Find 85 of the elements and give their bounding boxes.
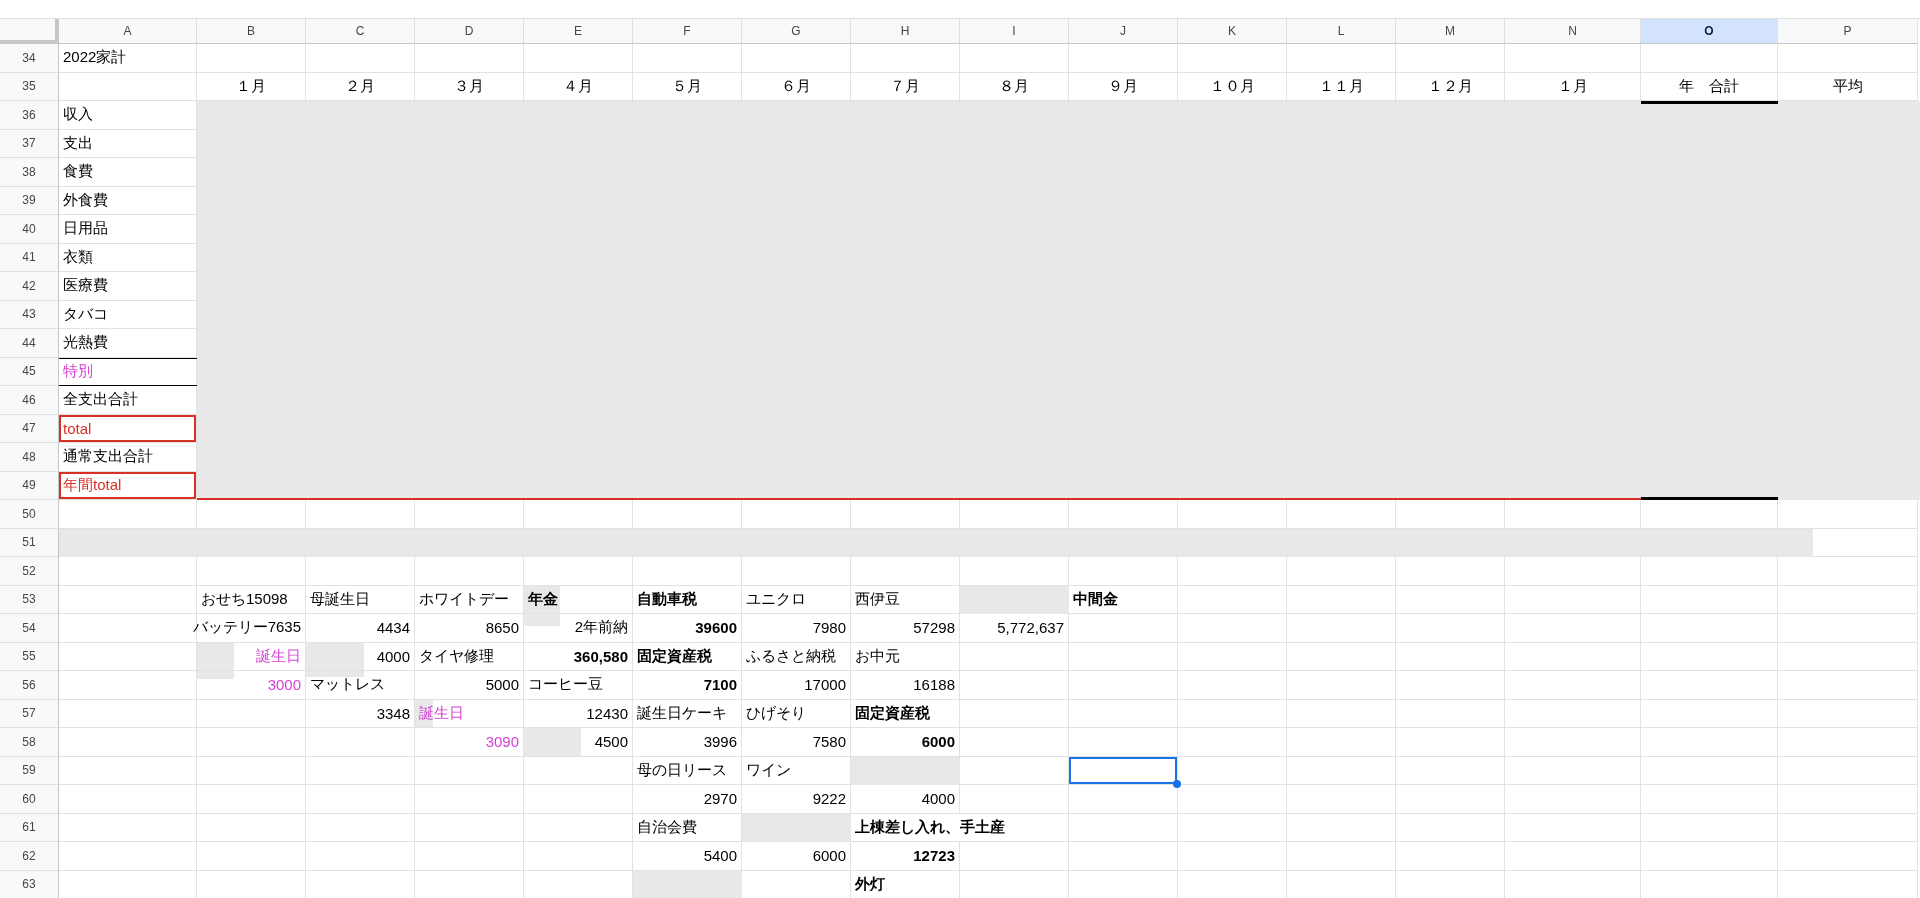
table-cell: 39600	[633, 614, 742, 643]
row-header[interactable]: 45	[0, 357, 59, 386]
row-header[interactable]: 53	[0, 585, 59, 614]
redacted-block	[524, 585, 560, 626]
row-header[interactable]: 39	[0, 186, 59, 215]
table-cell: おせち15098	[197, 585, 306, 614]
row-header[interactable]: 54	[0, 614, 59, 643]
table-cell: 8650	[415, 614, 524, 643]
row-header[interactable]: 44	[0, 329, 59, 358]
table-cell: ふるさと納税	[742, 642, 851, 671]
table-cell: total	[59, 414, 197, 443]
table-cell: お中元	[851, 642, 960, 671]
row-header[interactable]: 40	[0, 215, 59, 244]
table-cell: 6000	[851, 728, 960, 757]
row-header[interactable]: 60	[0, 785, 59, 814]
table-cell: 7580	[742, 728, 851, 757]
row-header[interactable]: 56	[0, 671, 59, 700]
table-cell: 360,580	[524, 642, 633, 671]
column-header[interactable]: E	[524, 19, 633, 44]
row-header[interactable]: 61	[0, 813, 59, 842]
row-header[interactable]: 35	[0, 72, 59, 101]
table-cell: 5400	[633, 842, 742, 871]
row-header[interactable]: 38	[0, 158, 59, 187]
table-cell: 母誕生日	[306, 585, 415, 614]
row-header[interactable]: 46	[0, 386, 59, 415]
table-cell: 9222	[742, 785, 851, 814]
column-header[interactable]: G	[742, 19, 851, 44]
table-cell: 4434	[306, 614, 415, 643]
table-cell: 2970	[633, 785, 742, 814]
row-header[interactable]: 55	[0, 642, 59, 671]
row-header[interactable]: 48	[0, 443, 59, 472]
row-header[interactable]: 36	[0, 101, 59, 130]
table-cell: 7100	[633, 671, 742, 700]
table-cell: 3996	[633, 728, 742, 757]
column-header[interactable]: O	[1641, 19, 1778, 44]
row-header[interactable]: 49	[0, 471, 59, 500]
table-cell: 外灯	[851, 870, 960, 898]
table-cell: 2022家計	[59, 44, 197, 73]
column-header[interactable]: M	[1396, 19, 1505, 44]
row-header[interactable]: 63	[0, 870, 59, 898]
row-header[interactable]: 58	[0, 728, 59, 757]
table-cell: タイヤ修理	[415, 642, 524, 671]
row-header[interactable]: 43	[0, 300, 59, 329]
table-cell: 上棟差し入れ、手土産	[851, 813, 1069, 842]
table-cell: ユニクロ	[742, 585, 851, 614]
row-header[interactable]: 47	[0, 414, 59, 443]
column-header[interactable]: B	[197, 19, 306, 44]
row-header[interactable]: 52	[0, 557, 59, 586]
column-header[interactable]: J	[1069, 19, 1178, 44]
row-header[interactable]: 34	[0, 44, 59, 73]
fill-handle[interactable]	[1173, 780, 1181, 788]
row-header[interactable]: 42	[0, 272, 59, 301]
row-header[interactable]: 37	[0, 129, 59, 158]
column-header[interactable]: F	[633, 19, 742, 44]
row-header[interactable]: 62	[0, 842, 59, 871]
table-cell: 16188	[851, 671, 960, 700]
row-header[interactable]: 59	[0, 756, 59, 785]
table-cell: コーヒー豆	[524, 671, 633, 700]
table-cell: 12723	[851, 842, 960, 871]
table-cell: 自動車税	[633, 585, 742, 614]
column-header[interactable]: N	[1505, 19, 1641, 44]
table-cell: 年間total	[59, 471, 197, 500]
column-header[interactable]: I	[960, 19, 1069, 44]
table-cell: 固定資産税	[633, 642, 742, 671]
table-cell: 5000	[415, 671, 524, 700]
table-cell: 57298	[851, 614, 960, 643]
row-header[interactable]: 41	[0, 243, 59, 272]
table-cell: 固定資産税	[851, 699, 960, 728]
table-cell: 母の日リース	[633, 756, 742, 785]
row-header[interactable]: 50	[0, 500, 59, 529]
table-cell: 7980	[742, 614, 851, 643]
table-cell: 誕生日ケーキ	[633, 699, 742, 728]
redacted-block	[524, 728, 581, 757]
row-header[interactable]: 51	[0, 528, 59, 557]
column-header[interactable]: P	[1778, 19, 1918, 44]
column-header[interactable]: A	[59, 19, 197, 44]
column-header[interactable]: L	[1287, 19, 1396, 44]
table-cell: 17000	[742, 671, 851, 700]
column-header[interactable]: K	[1178, 19, 1287, 44]
table-cell: ひげそり	[742, 699, 851, 728]
column-header[interactable]: H	[851, 19, 960, 44]
table-cell: 年 合計	[1641, 72, 1778, 101]
column-header[interactable]: D	[415, 19, 524, 44]
row-header[interactable]: 57	[0, 699, 59, 728]
column-header[interactable]: C	[306, 19, 415, 44]
